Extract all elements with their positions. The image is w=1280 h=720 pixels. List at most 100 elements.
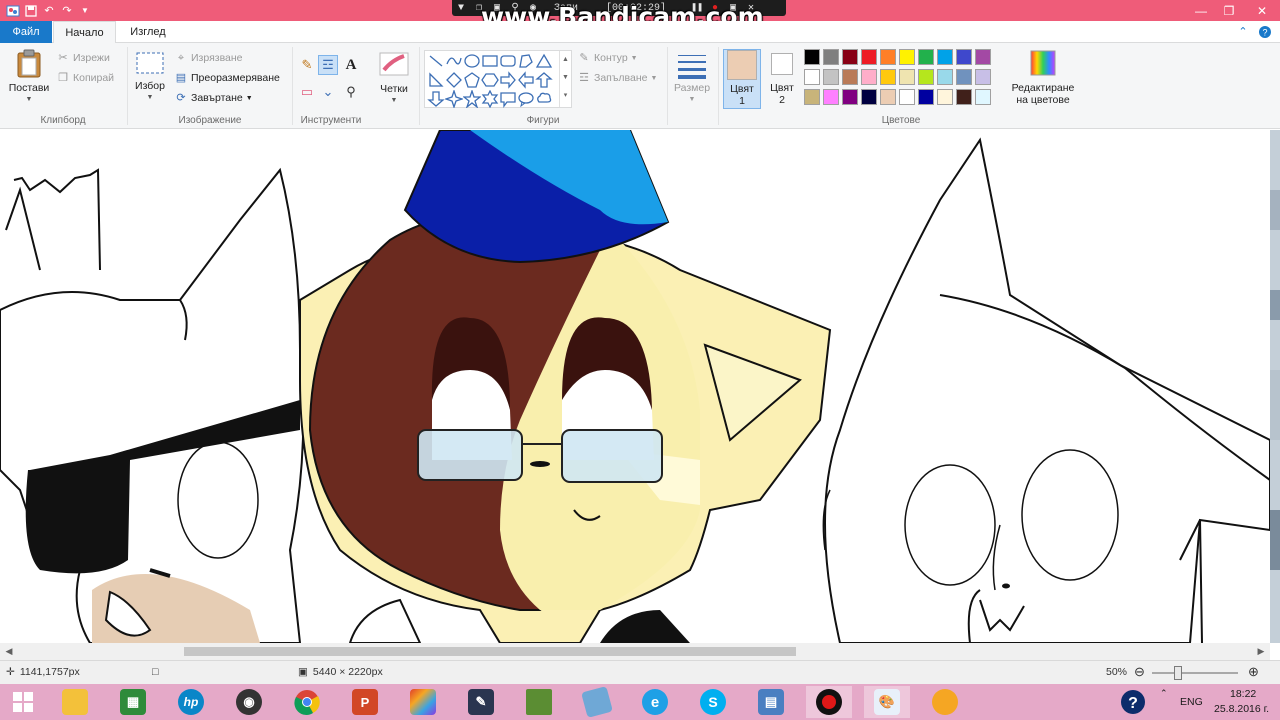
cut-button[interactable]: ✂ Изрежи <box>56 49 109 67</box>
cloud-callout-shape-icon[interactable] <box>535 90 553 108</box>
four-point-star-shape-icon[interactable] <box>443 88 465 110</box>
scroll-right-icon[interactable]: ▶ <box>1254 644 1268 658</box>
pencil-icon[interactable]: ✎ <box>297 55 317 75</box>
powerpoint-app[interactable]: P <box>342 686 388 718</box>
magnifier-icon[interactable]: ⚲ <box>341 82 361 102</box>
collapse-ribbon-icon[interactable]: ⌃ <box>1236 25 1250 39</box>
start-button[interactable] <box>0 686 46 718</box>
outline-button[interactable]: ✎ Контур ▼ <box>577 49 637 67</box>
clock-date[interactable]: 25.8.2016 г. <box>1214 703 1269 715</box>
rectangle-shape-icon[interactable] <box>481 52 499 70</box>
zoom-slider-thumb[interactable] <box>1174 666 1182 680</box>
save-icon[interactable] <box>24 4 38 18</box>
color-swatch[interactable] <box>861 49 877 65</box>
help-icon[interactable]: ? <box>1258 25 1272 39</box>
color1-selector[interactable]: Цвят 1 <box>723 49 761 109</box>
color-swatch[interactable] <box>804 49 820 65</box>
3d-app[interactable] <box>574 686 620 718</box>
store-app[interactable]: ▦ <box>110 686 156 718</box>
five-point-star-shape-icon[interactable] <box>462 88 482 109</box>
color-swatch[interactable] <box>823 49 839 65</box>
copy-button[interactable]: ❐ Копирай <box>56 69 114 87</box>
oval-callout-shape-icon[interactable] <box>517 90 535 108</box>
games-app[interactable] <box>400 686 446 718</box>
text-tool-icon[interactable]: A <box>341 55 361 75</box>
zoom-slider[interactable] <box>1152 672 1238 674</box>
color-swatch[interactable] <box>880 89 896 105</box>
color-swatch[interactable] <box>956 69 972 85</box>
clock-time[interactable]: 18:22 <box>1230 688 1256 700</box>
hexagon-shape-icon[interactable] <box>481 71 499 89</box>
pentagon-shape-icon[interactable] <box>463 71 481 89</box>
customize-qat-icon[interactable]: ▼ <box>78 4 92 18</box>
zoom-out-icon[interactable]: ⊖ <box>1134 664 1145 680</box>
color-swatch[interactable] <box>937 69 953 85</box>
color-swatch[interactable] <box>918 49 934 65</box>
color-swatch[interactable] <box>861 89 877 105</box>
right-arrow-shape-icon[interactable] <box>499 71 517 89</box>
color-swatch[interactable] <box>899 89 915 105</box>
rounded-rectangle-shape-icon[interactable] <box>499 52 517 70</box>
bandicam-app[interactable] <box>806 686 852 718</box>
input-language[interactable]: ENG <box>1180 696 1203 708</box>
crop-button[interactable]: ⌖ Изрязване <box>174 49 243 67</box>
triangle-shape-icon[interactable] <box>535 52 553 70</box>
color-swatch[interactable] <box>956 89 972 105</box>
tab-file[interactable]: Файл <box>0 21 52 43</box>
resize-button[interactable]: ▤ Преоразмеряване <box>174 69 280 87</box>
paste-button[interactable]: Постави ▼ <box>6 49 52 106</box>
help-app[interactable]: ? <box>1110 686 1156 718</box>
curve-shape-icon[interactable] <box>445 52 463 70</box>
edit-colors-button[interactable]: Редактиране на цветове <box>1010 49 1076 106</box>
left-arrow-shape-icon[interactable] <box>517 71 535 89</box>
size-button[interactable]: Размер ▼ <box>670 51 714 106</box>
color-swatch[interactable] <box>823 89 839 105</box>
color-swatch[interactable] <box>918 69 934 85</box>
polygon-shape-icon[interactable] <box>517 52 535 70</box>
maximize-button[interactable]: ❐ <box>1214 0 1244 21</box>
color-swatch[interactable] <box>880 69 896 85</box>
select-dropdown-icon[interactable]: ▼ <box>132 92 168 104</box>
oval-shape-icon[interactable] <box>463 52 481 70</box>
eraser-icon[interactable]: ▭ <box>297 82 317 102</box>
drawing-canvas[interactable] <box>0 130 1270 643</box>
paint-app[interactable]: 🎨 <box>864 686 910 718</box>
shapes-scroll[interactable]: ▲ ▼ ▾ <box>559 51 571 107</box>
skype-app[interactable]: S <box>690 686 736 718</box>
collapse-icon[interactable]: ▼ <box>452 3 470 14</box>
color-swatch[interactable] <box>880 49 896 65</box>
color-swatch[interactable] <box>918 89 934 105</box>
color2-selector[interactable]: Цвят 2 <box>763 49 801 109</box>
color-swatch[interactable] <box>804 89 820 105</box>
scrollbar-thumb[interactable] <box>184 647 796 656</box>
minimize-button[interactable]: — <box>1186 0 1216 21</box>
color-swatch[interactable] <box>956 49 972 65</box>
color-swatch[interactable] <box>823 69 839 85</box>
color-swatch[interactable] <box>899 69 915 85</box>
color-swatch[interactable] <box>975 89 991 105</box>
close-button[interactable]: ✕ <box>1244 0 1280 21</box>
control-panel-app[interactable]: ▤ <box>748 686 794 718</box>
color-swatch[interactable] <box>842 49 858 65</box>
fill-button[interactable]: ☲ Запълване ▼ <box>577 69 657 87</box>
scroll-left-icon[interactable]: ◀ <box>2 644 16 658</box>
file-explorer-app[interactable] <box>52 686 98 718</box>
color-swatch[interactable] <box>975 49 991 65</box>
chrome-app[interactable] <box>284 686 330 718</box>
right-triangle-shape-icon[interactable] <box>427 71 445 89</box>
tray-chevron-icon[interactable]: ⌃ <box>1160 688 1168 699</box>
color-swatch[interactable] <box>937 49 953 65</box>
rotate-dropdown-icon[interactable]: ▼ <box>246 95 253 102</box>
select-button[interactable]: Избор ▼ <box>132 51 168 104</box>
webcam-app[interactable]: ◉ <box>226 686 272 718</box>
color-swatch[interactable] <box>899 49 915 65</box>
fill-bucket-icon[interactable]: ☲ <box>318 55 338 75</box>
chat-app[interactable] <box>922 686 968 718</box>
hp-app[interactable]: hp <box>168 686 214 718</box>
down-arrow-shape-icon[interactable] <box>427 90 445 108</box>
paste-dropdown-icon[interactable]: ▼ <box>6 94 52 106</box>
color-picker-icon[interactable]: ⌄ <box>318 82 338 102</box>
up-arrow-shape-icon[interactable] <box>535 71 553 89</box>
diamond-shape-icon[interactable] <box>445 71 463 89</box>
redo-icon[interactable]: ↷ <box>60 4 74 18</box>
